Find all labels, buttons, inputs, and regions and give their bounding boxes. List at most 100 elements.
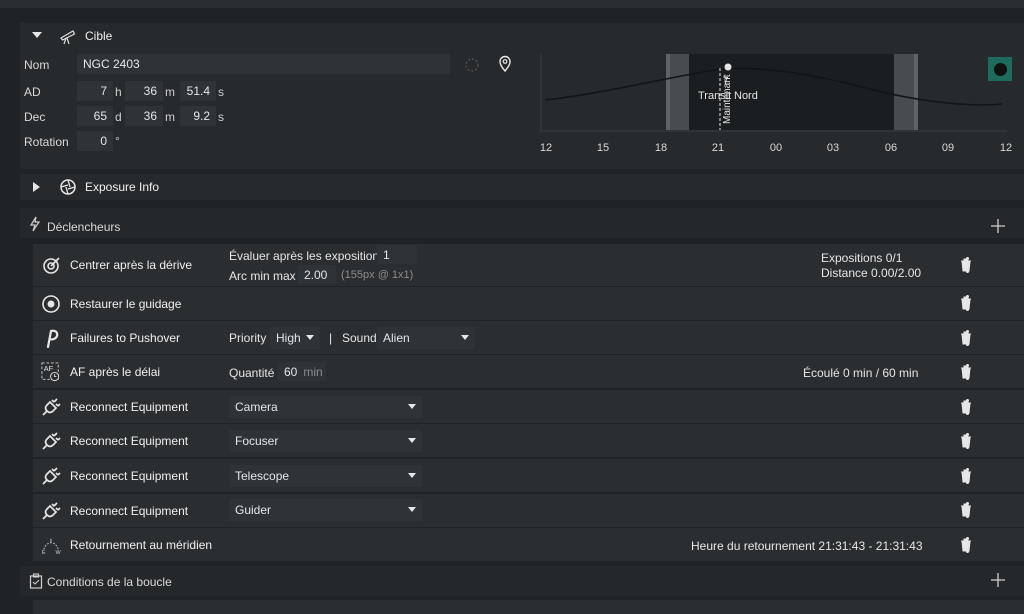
plug-icon (42, 501, 61, 520)
now-marker-label: Maintenant (722, 74, 733, 124)
device-select-telescope[interactable]: Telescope (229, 465, 422, 487)
quantity-label: Quantité (229, 366, 275, 380)
more-menu-icon[interactable] (962, 257, 972, 273)
plug-icon (42, 431, 61, 450)
chart-tick: 21 (711, 142, 725, 154)
ra-seconds-unit: s (218, 85, 224, 99)
separator: | (329, 331, 333, 345)
trigger-restore-guiding[interactable]: Restaurer le guidage (33, 287, 1024, 320)
lightning-icon (29, 216, 41, 232)
dec-minutes-input[interactable]: 36 (125, 106, 163, 126)
arc-min-max-label: Arc min max (229, 269, 296, 283)
more-menu-icon[interactable] (962, 330, 972, 346)
distance-status: Distance 0.00/2.00 (821, 266, 922, 280)
chart-tick: 03 (826, 142, 840, 154)
ra-seconds-input[interactable]: 51.4 (180, 81, 216, 101)
meridian-flip-icon: E W (42, 538, 61, 555)
svg-text:E: E (42, 550, 46, 555)
plug-icon (42, 397, 61, 416)
moon-phase-icon (988, 57, 1012, 81)
expand-caret-icon[interactable] (33, 182, 40, 192)
exposure-section-title: Exposure Info (85, 180, 160, 194)
triggers-section-header: Déclencheurs (20, 208, 1024, 238)
collapse-caret-icon[interactable] (32, 32, 42, 38)
ra-minutes-input[interactable]: 36 (125, 81, 163, 101)
arc-min-hint: (155px @ 1x1) (341, 269, 414, 281)
trigger-name: Reconnect Equipment (70, 399, 189, 414)
svg-text:W: W (56, 550, 61, 555)
ra-label: AD (24, 85, 41, 99)
sound-select[interactable]: Alien (377, 327, 475, 349)
top-toolbar (0, 0, 1024, 8)
dec-label: Dec (24, 110, 46, 124)
rotation-unit: ° (115, 134, 120, 148)
loop-conditions-header: Conditions de la boucle (20, 566, 1024, 596)
priority-select[interactable]: High (270, 327, 320, 349)
guiding-icon (42, 294, 60, 313)
loop-condition-row-partial[interactable] (33, 600, 1024, 614)
priority-label: Priority (229, 331, 267, 345)
device-select-camera[interactable]: Camera (229, 396, 422, 418)
rotation-input[interactable]: 0 (77, 131, 113, 151)
add-trigger-icon[interactable] (991, 219, 1005, 233)
ra-hours-input[interactable]: 7 (77, 81, 113, 101)
north-label: Nord (734, 90, 758, 102)
af-elapsed-status: Écoulé 0 min / 60 min (803, 366, 919, 380)
dec-degrees-input[interactable]: 65 (77, 106, 113, 126)
eval-after-exposures-input[interactable]: 1 (377, 245, 417, 264)
target-name-input[interactable]: NGC 2403 (77, 54, 450, 74)
svg-text:AF: AF (44, 364, 54, 373)
ra-minutes-unit: m (165, 85, 175, 99)
chart-tick: 00 (769, 142, 783, 154)
trigger-name: Restaurer le guidage (70, 296, 182, 311)
device-select-guider[interactable]: Guider (229, 499, 422, 521)
plug-icon (42, 466, 61, 485)
altitude-chart: 7 (540, 54, 1007, 132)
aperture-icon (60, 179, 76, 195)
more-menu-icon[interactable] (962, 433, 972, 449)
location-pin-icon[interactable] (497, 55, 513, 73)
clipboard-icon (29, 573, 43, 589)
arc-min-max-input[interactable]: 2.00 (298, 265, 336, 284)
more-menu-icon[interactable] (962, 537, 972, 553)
sound-label: Sound (342, 331, 377, 345)
target-icon (43, 257, 60, 274)
loop-conditions-title: Conditions de la boucle (47, 575, 172, 589)
add-condition-icon[interactable] (991, 573, 1005, 587)
more-menu-icon[interactable] (962, 364, 972, 380)
trigger-name: Retournement au méridien (70, 537, 213, 552)
more-menu-icon[interactable] (962, 502, 972, 518)
trigger-reconnect-focuser[interactable]: Reconnect Equipment (33, 424, 1024, 457)
pushover-icon (46, 329, 59, 348)
telescope-icon (60, 30, 76, 45)
trigger-reconnect-guider[interactable]: Reconnect Equipment (33, 494, 1024, 527)
target-section-title: Cible (85, 29, 113, 43)
chart-tick: 06 (884, 142, 898, 154)
image-search-icon[interactable] (463, 56, 481, 74)
autofocus-timer-icon: AF (41, 361, 60, 381)
trigger-name: Reconnect Equipment (70, 503, 189, 518)
more-menu-icon[interactable] (962, 295, 972, 311)
trigger-name: Reconnect Equipment (70, 468, 189, 483)
trigger-failures-pushover[interactable]: Failures to Pushover (33, 321, 1024, 354)
chart-tick: 18 (654, 142, 668, 154)
trigger-reconnect-telescope[interactable]: Reconnect Equipment (33, 459, 1024, 492)
dec-degrees-unit: d (115, 110, 122, 124)
trigger-name: Centrer après la dérive (70, 258, 193, 272)
more-menu-icon[interactable] (962, 468, 972, 484)
trigger-reconnect-camera[interactable]: Reconnect Equipment (33, 390, 1024, 423)
exposures-status: Expositions 0/1 (821, 251, 903, 265)
dec-seconds-input[interactable]: 9.2 (180, 106, 216, 126)
target-section-header[interactable]: Cible (20, 23, 1024, 49)
name-label: Nom (24, 58, 50, 72)
ra-hours-unit: h (115, 85, 122, 99)
more-menu-icon[interactable] (962, 399, 972, 415)
chart-tick: 12 (539, 142, 553, 154)
exposure-section-header[interactable]: Exposure Info (20, 174, 1024, 200)
quantity-input[interactable]: 60 min (278, 362, 326, 381)
device-select-focuser[interactable]: Focuser (229, 430, 422, 452)
dec-minutes-unit: m (165, 110, 175, 124)
trigger-name: AF après le délai (70, 364, 161, 379)
flip-time-status: Heure du retournement 21:31:43 - 21:31:4… (691, 539, 923, 553)
chart-tick: 09 (941, 142, 955, 154)
